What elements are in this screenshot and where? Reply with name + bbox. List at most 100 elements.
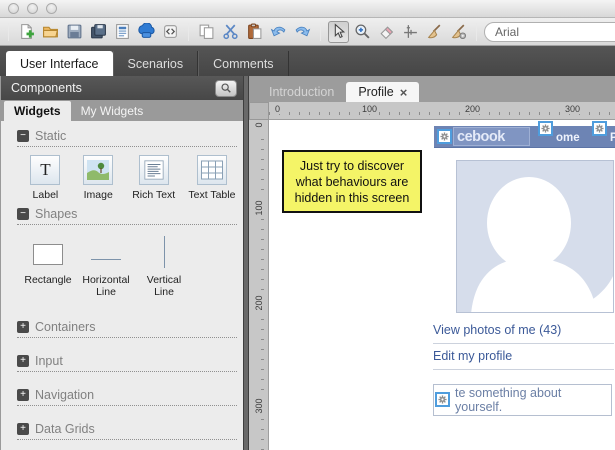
- widget-name: Rich Text: [132, 189, 176, 201]
- undo-button[interactable]: [268, 21, 289, 43]
- mockup-link-edit-profile[interactable]: Edit my profile: [433, 349, 512, 363]
- ruler-tick-label: 200: [463, 104, 483, 114]
- page-tab-introduction[interactable]: Introduction: [257, 82, 346, 102]
- toolbar: Arial: [0, 18, 615, 46]
- toolbar-separator: [188, 22, 189, 41]
- expand-icon[interactable]: +: [17, 355, 29, 368]
- ruler-tick-label: 0: [254, 120, 264, 134]
- zoom-window-button[interactable]: [46, 3, 57, 14]
- pointer-tool-button[interactable]: [328, 20, 349, 43]
- tab-label: Widgets: [14, 104, 61, 118]
- vertical-ruler: 0 100 200 300: [249, 120, 269, 450]
- behavior-badge[interactable]: [592, 121, 607, 136]
- widget-text-table[interactable]: Text Table: [187, 155, 237, 201]
- snap-guides-tool-button[interactable]: [400, 21, 421, 43]
- mockup-about-textbox[interactable]: te something about yourself.: [433, 384, 612, 416]
- new-file-button[interactable]: [16, 21, 37, 43]
- horizontal-ruler: 0 100 200 300: [269, 102, 615, 120]
- tab-label: Introduction: [269, 85, 335, 99]
- section-header-data-grids[interactable]: + Data Grids: [17, 422, 237, 441]
- save-button[interactable]: [64, 21, 85, 43]
- copy-button[interactable]: [196, 21, 217, 43]
- section-items-shapes: Rectangle Horizontal Line Vertical Line: [17, 225, 237, 304]
- app-window: Arial User Interface Scenarios Comments …: [0, 0, 615, 450]
- tab-my-widgets[interactable]: My Widgets: [71, 101, 154, 121]
- logo-text: cebook: [457, 128, 505, 145]
- report-button[interactable]: [112, 21, 133, 43]
- code-export-icon: [164, 25, 177, 38]
- export-button[interactable]: [136, 21, 157, 43]
- section-header-containers[interactable]: + Containers: [17, 320, 237, 339]
- clean-tool-button[interactable]: [424, 21, 445, 43]
- ruler-tick-label: 100: [254, 199, 264, 217]
- zoom-tool-button[interactable]: [352, 21, 373, 43]
- image-widget-icon: [87, 160, 110, 180]
- rectangle-widget-icon: [33, 243, 63, 265]
- font-family-select[interactable]: Arial: [484, 21, 615, 42]
- search-components-button[interactable]: [215, 79, 237, 97]
- broom-gear-icon: [451, 24, 467, 40]
- sticky-note[interactable]: Just try to discover what behaviours are…: [282, 150, 422, 213]
- ruler-tick-label: 100: [360, 104, 380, 114]
- mockup-logo[interactable]: cebook: [453, 127, 530, 146]
- expand-icon[interactable]: +: [17, 389, 29, 402]
- tab-scenarios[interactable]: Scenarios: [112, 51, 199, 76]
- tab-label: Comments: [213, 56, 274, 71]
- broom-icon: [427, 24, 441, 39]
- widget-image[interactable]: Image: [76, 155, 121, 201]
- minimize-window-button[interactable]: [27, 3, 38, 14]
- mockup-facebook-header[interactable]: cebook ome Pr: [434, 121, 615, 148]
- code-export-button[interactable]: [160, 21, 181, 43]
- close-tab-icon[interactable]: ×: [400, 86, 408, 99]
- close-window-button[interactable]: [8, 3, 19, 14]
- tab-comments[interactable]: Comments: [198, 51, 289, 76]
- widget-name: Text Table: [188, 189, 236, 201]
- widget-name: Rectangle: [24, 274, 72, 287]
- widget-rectangle[interactable]: Rectangle: [23, 233, 73, 298]
- widget-vertical-line[interactable]: Vertical Line: [139, 233, 189, 298]
- tab-widgets[interactable]: Widgets: [4, 101, 71, 121]
- page-tab-profile[interactable]: Profile ×: [346, 82, 420, 102]
- section-items-static: T Label Image Rich Text Text Table: [17, 147, 237, 207]
- mockup-menu-home[interactable]: ome: [556, 132, 580, 144]
- components-panel: Components Widgets My Widgets − Static T…: [0, 76, 243, 450]
- open-button[interactable]: [40, 21, 61, 43]
- design-canvas[interactable]: Just try to discover what behaviours are…: [269, 120, 615, 450]
- expand-icon[interactable]: +: [17, 423, 29, 436]
- behavior-badge[interactable]: [538, 121, 553, 136]
- widget-horizontal-line[interactable]: Horizontal Line: [81, 233, 131, 298]
- widget-label[interactable]: T Label: [23, 155, 68, 201]
- section-label: Data Grids: [35, 422, 95, 437]
- section-header-input[interactable]: + Input: [17, 354, 237, 373]
- ruler-tick-label: 0: [273, 104, 283, 114]
- widget-rich-text[interactable]: Rich Text: [129, 155, 179, 201]
- save-all-button[interactable]: [88, 21, 109, 43]
- redo-button[interactable]: [292, 21, 313, 43]
- section-header-shapes[interactable]: − Shapes: [17, 207, 237, 226]
- label-widget-icon: T: [40, 160, 51, 179]
- pointer-cursor-icon: [334, 23, 346, 39]
- clean-all-tool-button[interactable]: [448, 21, 469, 43]
- toolbar-separator: [476, 22, 477, 41]
- mockup-menu-profile[interactable]: Pr: [610, 132, 615, 144]
- toolbar-separator: [320, 22, 321, 41]
- expand-icon[interactable]: +: [17, 321, 29, 334]
- section-label: Input: [35, 354, 63, 369]
- behavior-badge[interactable]: [437, 129, 452, 144]
- collapse-icon[interactable]: −: [17, 208, 29, 221]
- mockup-profile-picture[interactable]: [456, 160, 614, 313]
- section-header-navigation[interactable]: + Navigation: [17, 388, 237, 407]
- tab-label: My Widgets: [80, 104, 144, 118]
- paste-button[interactable]: [244, 21, 265, 43]
- mockup-link-view-photos[interactable]: View photos of me (43): [433, 323, 561, 337]
- cut-button[interactable]: [220, 21, 241, 43]
- components-panel-title: Components: [11, 81, 82, 95]
- horizontal-line-widget-icon: [91, 258, 121, 260]
- collapse-icon[interactable]: −: [17, 130, 29, 142]
- tab-user-interface[interactable]: User Interface: [6, 51, 113, 76]
- eraser-icon: [380, 26, 394, 40]
- open-folder-icon: [43, 26, 59, 38]
- eraser-tool-button[interactable]: [376, 21, 397, 43]
- behavior-badge[interactable]: [435, 392, 450, 407]
- section-header-static[interactable]: − Static: [17, 129, 237, 147]
